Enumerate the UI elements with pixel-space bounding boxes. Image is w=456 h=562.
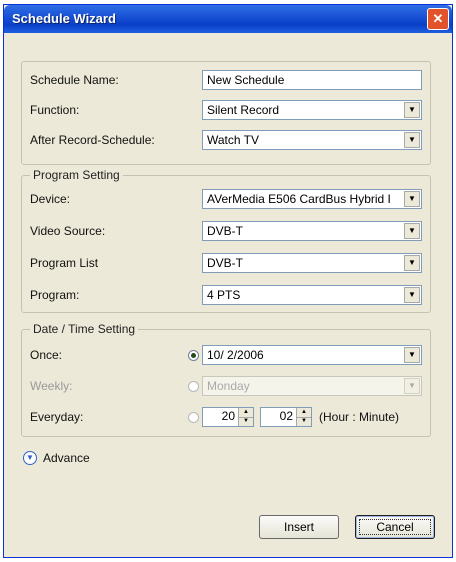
program-setting-legend: Program Setting bbox=[30, 168, 123, 182]
cancel-button-label: Cancel bbox=[376, 520, 414, 534]
schedule-name-input[interactable]: New Schedule bbox=[202, 70, 422, 90]
chevron-down-icon[interactable]: ▼ bbox=[404, 191, 420, 207]
minute-value: 02 bbox=[279, 409, 293, 423]
weekly-day-select[interactable]: Monday ▼ bbox=[202, 376, 422, 396]
window-title: Schedule Wizard bbox=[12, 11, 116, 26]
device-label: Device: bbox=[30, 192, 71, 206]
spin-down-icon[interactable]: ▼ bbox=[297, 417, 311, 426]
hour-value: 20 bbox=[221, 409, 235, 423]
once-date-value: 10/ 2/2006 bbox=[207, 348, 264, 362]
chevron-down-icon[interactable]: ▼ bbox=[404, 347, 420, 363]
function-label: Function: bbox=[30, 103, 80, 117]
chevron-down-icon[interactable]: ▼ bbox=[404, 223, 420, 239]
cancel-button[interactable]: Cancel bbox=[355, 515, 435, 539]
spin-down-icon[interactable]: ▼ bbox=[239, 417, 253, 426]
hour-spin-buttons: ▲ ▼ bbox=[238, 408, 253, 426]
once-radio[interactable] bbox=[188, 350, 199, 361]
program-select[interactable]: 4 PTS ▼ bbox=[202, 285, 422, 305]
schedule-wizard-window: Schedule Wizard ✕ Schedule Name: New Sch… bbox=[3, 4, 453, 558]
schedule-name-label: Schedule Name: bbox=[30, 73, 119, 87]
insert-button-label: Insert bbox=[283, 520, 314, 534]
once-date-select[interactable]: 10/ 2/2006 ▼ bbox=[202, 345, 422, 365]
weekly-day-value: Monday bbox=[207, 379, 250, 393]
minute-stepper[interactable]: 02 ▲ ▼ bbox=[260, 407, 312, 427]
advance-link[interactable]: Advance bbox=[43, 451, 90, 465]
video-source-select[interactable]: DVB-T ▼ bbox=[202, 221, 422, 241]
everyday-radio[interactable] bbox=[188, 412, 199, 423]
program-setting-group: Program Setting Device: AVerMedia E506 C… bbox=[21, 168, 431, 313]
hour-minute-label: (Hour : Minute) bbox=[319, 410, 400, 424]
function-value: Silent Record bbox=[207, 103, 280, 117]
dialog-body: Schedule Name: New Schedule Function: Si… bbox=[7, 33, 449, 554]
chevron-down-icon[interactable]: ▼ bbox=[404, 378, 420, 394]
chevron-down-icon[interactable]: ▼ bbox=[404, 255, 420, 271]
title-bar[interactable]: Schedule Wizard ✕ bbox=[4, 5, 452, 33]
weekly-radio[interactable] bbox=[188, 381, 199, 392]
basic-settings-group: Schedule Name: New Schedule Function: Si… bbox=[21, 61, 431, 165]
once-label: Once: bbox=[30, 348, 63, 362]
date-time-setting-group: Date / Time Setting Once: 10/ 2/2006 ▼ W… bbox=[21, 322, 431, 437]
program-list-select[interactable]: DVB-T ▼ bbox=[202, 253, 422, 273]
close-icon: ✕ bbox=[432, 11, 444, 26]
chevron-down-icon[interactable]: ▼ bbox=[404, 102, 420, 118]
weekly-label: Weekly: bbox=[30, 379, 73, 393]
after-record-label: After Record-Schedule: bbox=[30, 133, 155, 147]
after-record-value: Watch TV bbox=[207, 133, 260, 147]
schedule-name-value: New Schedule bbox=[207, 73, 285, 87]
program-label: Program: bbox=[30, 288, 80, 302]
minute-spin-buttons: ▲ ▼ bbox=[296, 408, 311, 426]
after-record-select[interactable]: Watch TV ▼ bbox=[202, 130, 422, 150]
program-list-label: Program List bbox=[30, 256, 99, 270]
device-select[interactable]: AVerMedia E506 CardBus Hybrid I ▼ bbox=[202, 189, 422, 209]
chevron-down-icon[interactable]: ▼ bbox=[404, 287, 420, 303]
program-list-value: DVB-T bbox=[207, 256, 243, 270]
insert-button[interactable]: Insert bbox=[259, 515, 339, 539]
chevron-down-icon[interactable]: ▼ bbox=[404, 132, 420, 148]
date-time-legend: Date / Time Setting bbox=[30, 322, 139, 336]
device-value: AVerMedia E506 CardBus Hybrid I bbox=[207, 192, 391, 206]
video-source-label: Video Source: bbox=[30, 224, 106, 238]
video-source-value: DVB-T bbox=[207, 224, 243, 238]
everyday-label: Everyday: bbox=[30, 410, 84, 424]
program-value: 4 PTS bbox=[207, 288, 241, 302]
close-button[interactable]: ✕ bbox=[427, 8, 449, 30]
function-select[interactable]: Silent Record ▼ bbox=[202, 100, 422, 120]
hour-stepper[interactable]: 20 ▲ ▼ bbox=[202, 407, 254, 427]
expand-advance-icon[interactable]: ▼ bbox=[23, 451, 37, 465]
